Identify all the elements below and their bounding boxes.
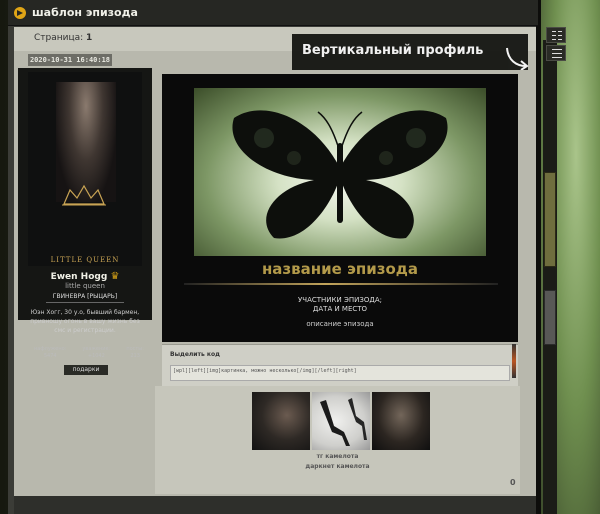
butterfly-icon [232,110,448,239]
stat-item: нафлужено: 5474 [34,346,66,360]
author-stats: нафлужено: 5474 уважение: +1042 посты: 213 [26,346,152,360]
crown-icon: ♛ [110,271,120,282]
crown-logo-icon [62,184,106,206]
logo-text: LITTLE QUEEN [50,256,120,264]
current-page[interactable]: 1 [86,33,92,43]
photo-thumbnail[interactable] [372,392,430,450]
scroll-thumb-secondary[interactable] [544,290,556,345]
avatar[interactable]: LITTLE QUEEN [28,72,142,266]
menu-button[interactable] [546,45,566,61]
stat-label: уважение: [82,346,111,352]
tooltip-text: Вертикальный профиль [302,43,484,58]
title-divider [184,283,498,285]
code-scrollbar[interactable] [512,344,516,378]
scroll-track[interactable] [543,40,557,514]
episode-participants: УЧАСТНИКИ ЭПИЗОДА; ДАТА И МЕСТО [162,296,518,314]
scroll-thumb[interactable] [544,172,556,267]
author-profile: LITTLE QUEEN Ewen Hogg ♛ little queen ГВ… [18,68,152,375]
code-content[interactable]: [wpl][left][img]картинка, можно нескольк… [170,365,510,381]
heels-image [320,398,367,446]
photo-thumbnail[interactable] [252,392,310,450]
stat-item: уважение: +1042 [82,346,110,360]
link-darknet[interactable]: даркнет камелота [155,462,520,472]
footer-links: тг камелота даркнет камелота [155,452,520,472]
stat-value: 5474 [43,353,57,359]
pagination: Страница: 1 [34,33,92,43]
code-block: Выделить код [wpl][left][img]картинка, м… [162,344,518,386]
vertical-profile-button[interactable] [546,27,566,43]
date-place-text: ДАТА И МЕСТО [312,305,368,313]
episode-banner [194,88,486,256]
stat-value: +1042 [87,353,105,359]
photo-thumbnail[interactable] [312,392,370,450]
post-date: 2020-10-31 16:40:18 [28,54,112,66]
tooltip: Вертикальный профиль [292,34,528,70]
frame-edge [536,0,541,514]
author-description: Юэн Хогг, 30 у.о, бывший бармен, привнош… [30,309,140,334]
post-counter: 0 [510,478,516,487]
author-name-row: Ewen Hogg ♛ [18,271,152,282]
link-tg[interactable]: тг камелота [155,452,520,462]
topic-title: шаблон эпизода [32,6,138,19]
select-code-link[interactable]: Выделить код [170,351,220,358]
episode-card: название эпизода УЧАСТНИКИ ЭПИЗОДА; ДАТА… [162,74,518,342]
curved-arrow-icon [506,47,529,70]
stat-label: посты: [126,346,144,352]
stat-item: посты: 213 [126,346,144,360]
episode-description: описание эпизода [306,320,374,328]
author-name[interactable]: Ewen Hogg [51,272,108,282]
author-title: little queen [65,282,105,290]
gifts-button[interactable]: подарки [64,365,108,375]
bullet-arrow-icon [14,7,26,19]
pagination-label: Страница: [34,33,84,43]
participants-text: УЧАСТНИКИ ЭПИЗОДА; [298,296,382,304]
bottom-strip [14,496,536,514]
topic-header: шаблон эпизода [8,0,538,26]
episode-title: название эпизода [261,260,419,278]
stat-value: 213 [130,353,140,359]
stat-label: нафлужено: [34,346,67,352]
author-rank: ГВИНЕВРА [РЫЦАРЬ] [46,293,124,303]
